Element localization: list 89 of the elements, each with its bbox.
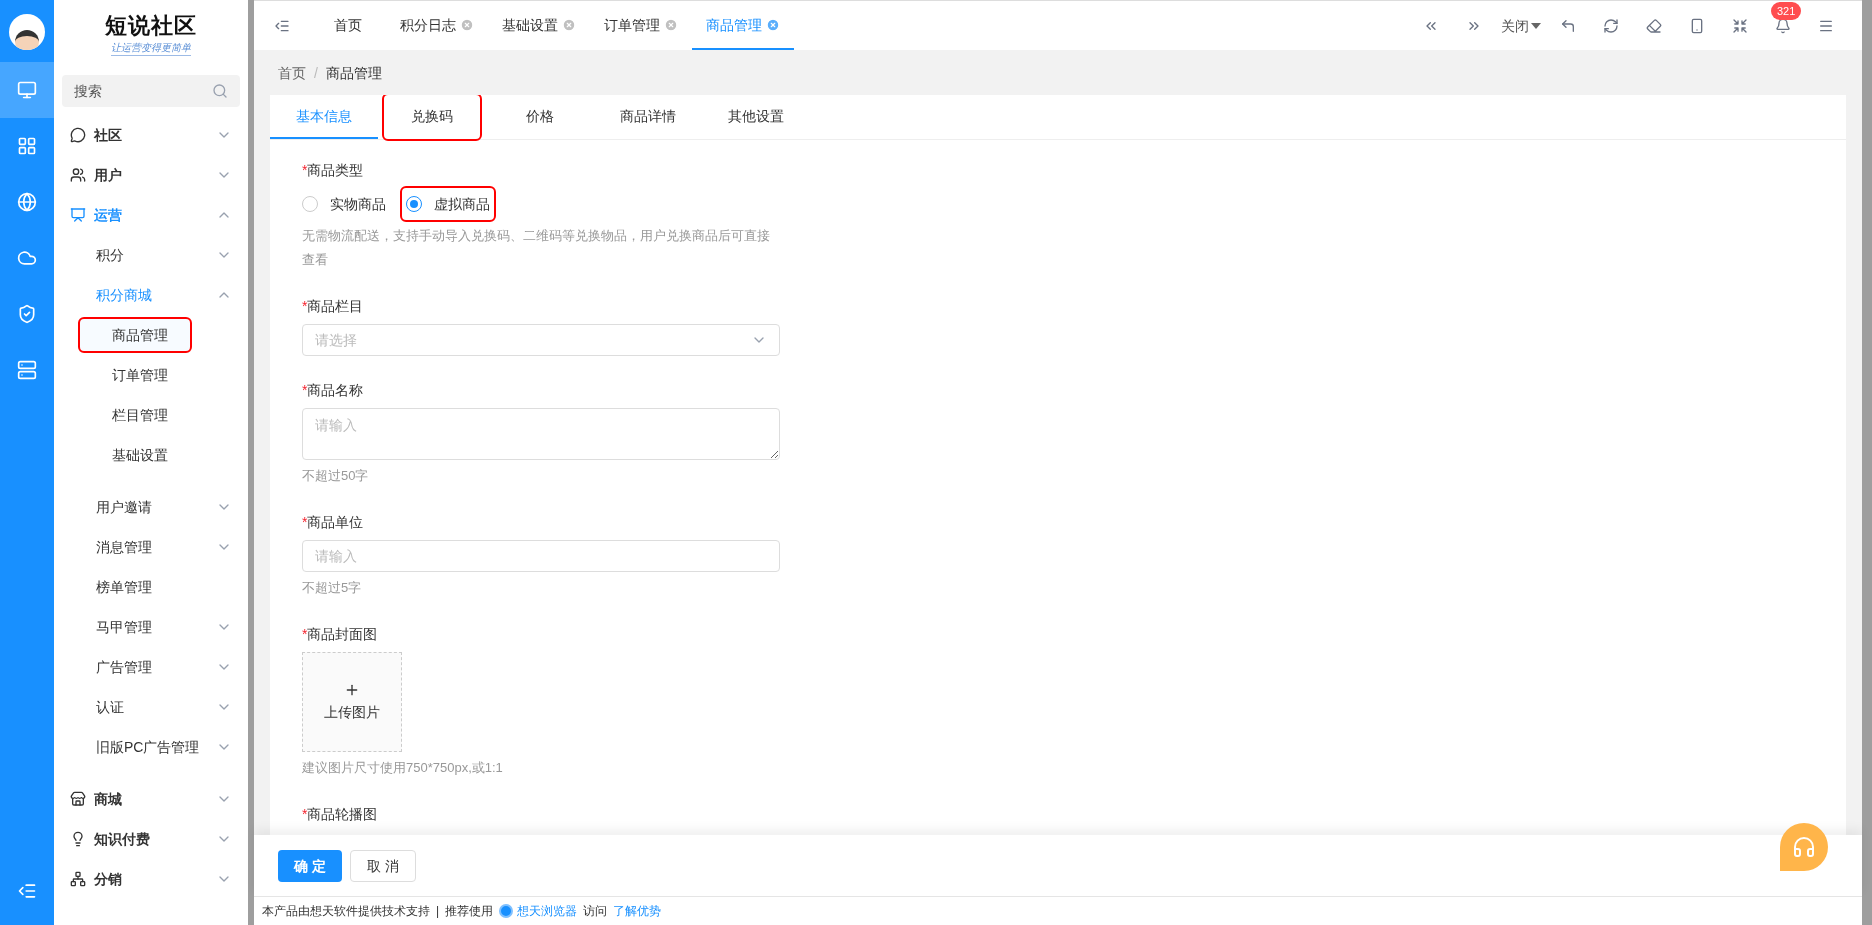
field-label: 商品栏目 [307, 297, 364, 316]
input-field[interactable]: 请输入 [302, 540, 780, 572]
breadcrumb-item[interactable]: 首页 [278, 62, 306, 83]
bell-icon[interactable] [1775, 17, 1791, 34]
required-mark: * [302, 161, 308, 180]
required-mark: * [302, 297, 308, 316]
users-icon [70, 167, 86, 183]
form-tab[interactable]: 其他设置 [712, 95, 800, 139]
logo-title: 短说社区 [104, 12, 198, 40]
radio-option[interactable]: 实物商品 [302, 188, 386, 220]
cancel-button[interactable]: 取 消 [349, 849, 416, 882]
upload-button[interactable]: 上传图片 [302, 652, 402, 752]
sidebar-subitem[interactable]: 基础设置 [80, 439, 190, 471]
plus-icon [344, 682, 360, 698]
required-mark: * [302, 805, 308, 824]
notification-badge: 321 [1771, 1, 1802, 20]
cloud-icon [17, 248, 37, 268]
return-icon[interactable] [1560, 17, 1576, 34]
sidebar-subitem[interactable]: 认证 [54, 687, 248, 727]
browser-logo-icon [499, 904, 514, 918]
close-menu[interactable]: 关闭 [1501, 15, 1541, 36]
textarea-field[interactable]: 请输入 [302, 408, 780, 460]
presentation-icon [70, 207, 86, 223]
footer-text: 访问 [583, 903, 608, 919]
caret-icon [1531, 22, 1541, 29]
required-mark: * [302, 625, 308, 644]
breadcrumb-separator: / [314, 63, 318, 83]
network-icon [70, 871, 86, 887]
server-icon [17, 360, 37, 380]
field-label: 商品名称 [307, 381, 364, 400]
field-hint: 不超过5字 [302, 579, 363, 597]
form-tab[interactable]: 价格 [510, 95, 570, 139]
monitor-icon [17, 80, 37, 100]
chat-icon [70, 127, 86, 143]
search-field[interactable]: 搜索 [62, 75, 240, 107]
field-label: 商品轮播图 [307, 805, 378, 824]
sidebar-subitem[interactable]: 商品管理 [80, 319, 190, 351]
sidebar-subitem[interactable]: 消息管理 [54, 527, 248, 567]
close-tab-icon[interactable] [664, 17, 678, 32]
shrink-icon[interactable] [1732, 17, 1748, 34]
sidebar-subitem[interactable]: 旧版PC广告管理 [54, 727, 248, 767]
sidebar-subitem[interactable]: 榜单管理 [54, 567, 248, 607]
page-tab[interactable]: 积分日志 [386, 1, 488, 50]
close-tab-icon[interactable] [766, 17, 780, 32]
page-tab[interactable]: 订单管理 [590, 1, 692, 50]
footer-text: 推荐使用 [445, 903, 494, 919]
sidebar-subitem[interactable]: 广告管理 [54, 647, 248, 687]
sidebar-subitem[interactable]: 马甲管理 [54, 607, 248, 647]
field-label: 商品类型 [307, 161, 364, 180]
field-hint: 无需物流配送，支持手动导入兑换码、二维码等兑换物品，用户兑换商品后可直接查看 [302, 227, 771, 269]
page-tab[interactable]: 基础设置 [488, 1, 590, 50]
shield-icon [17, 304, 37, 324]
form-tab[interactable]: 商品详情 [604, 95, 692, 139]
search-placeholder: 搜索 [74, 82, 102, 101]
footer-text: | [436, 903, 440, 919]
sidebar-subitem[interactable]: 订单管理 [80, 359, 190, 391]
breadcrumb-item: 商品管理 [325, 63, 382, 83]
avatar[interactable] [9, 14, 45, 50]
sidebar-subitem[interactable]: 积分 [54, 235, 248, 275]
phone-icon[interactable] [1689, 17, 1705, 34]
close-tab-icon[interactable] [562, 17, 576, 32]
footer-text: 本产品由想天软件提供技术支持 [262, 903, 430, 919]
sidebar-item[interactable]: 社区 [54, 115, 248, 155]
field-hint: 建议图片尺寸使用750*750px,或1:1 [302, 759, 504, 777]
globe-icon [17, 192, 37, 212]
required-mark: * [302, 513, 308, 532]
sidebar-item[interactable]: 商城 [54, 779, 248, 819]
field-label: 商品单位 [307, 513, 364, 532]
sidebar-item[interactable]: 知识付费 [54, 819, 248, 859]
sidebar-item[interactable]: 分销 [54, 859, 248, 899]
close-tab-icon[interactable] [460, 17, 474, 32]
sidebar-subitem[interactable]: 栏目管理 [80, 399, 190, 431]
bulb-icon [70, 831, 86, 847]
eraser-icon[interactable] [1646, 17, 1662, 34]
logo-slogan: 让运营变得更简单 [111, 40, 191, 56]
sidebar-item[interactable]: 用户 [54, 155, 248, 195]
required-mark: * [302, 381, 308, 400]
sidebar-subitem[interactable]: 用户邀请 [54, 487, 248, 527]
radio-option[interactable]: 虚拟商品 [402, 188, 494, 220]
form-tab[interactable]: 兑换码 [384, 95, 480, 139]
grid-icon [17, 136, 37, 156]
refresh-icon[interactable] [1603, 17, 1619, 34]
field-label: 商品封面图 [307, 625, 378, 644]
field-hint: 不超过50字 [302, 467, 370, 485]
headset-icon [1792, 835, 1816, 859]
collapse-menu-icon[interactable] [17, 881, 37, 901]
store-icon [70, 791, 86, 807]
page-tab[interactable]: 首页 [310, 1, 386, 50]
search-icon [212, 83, 228, 99]
